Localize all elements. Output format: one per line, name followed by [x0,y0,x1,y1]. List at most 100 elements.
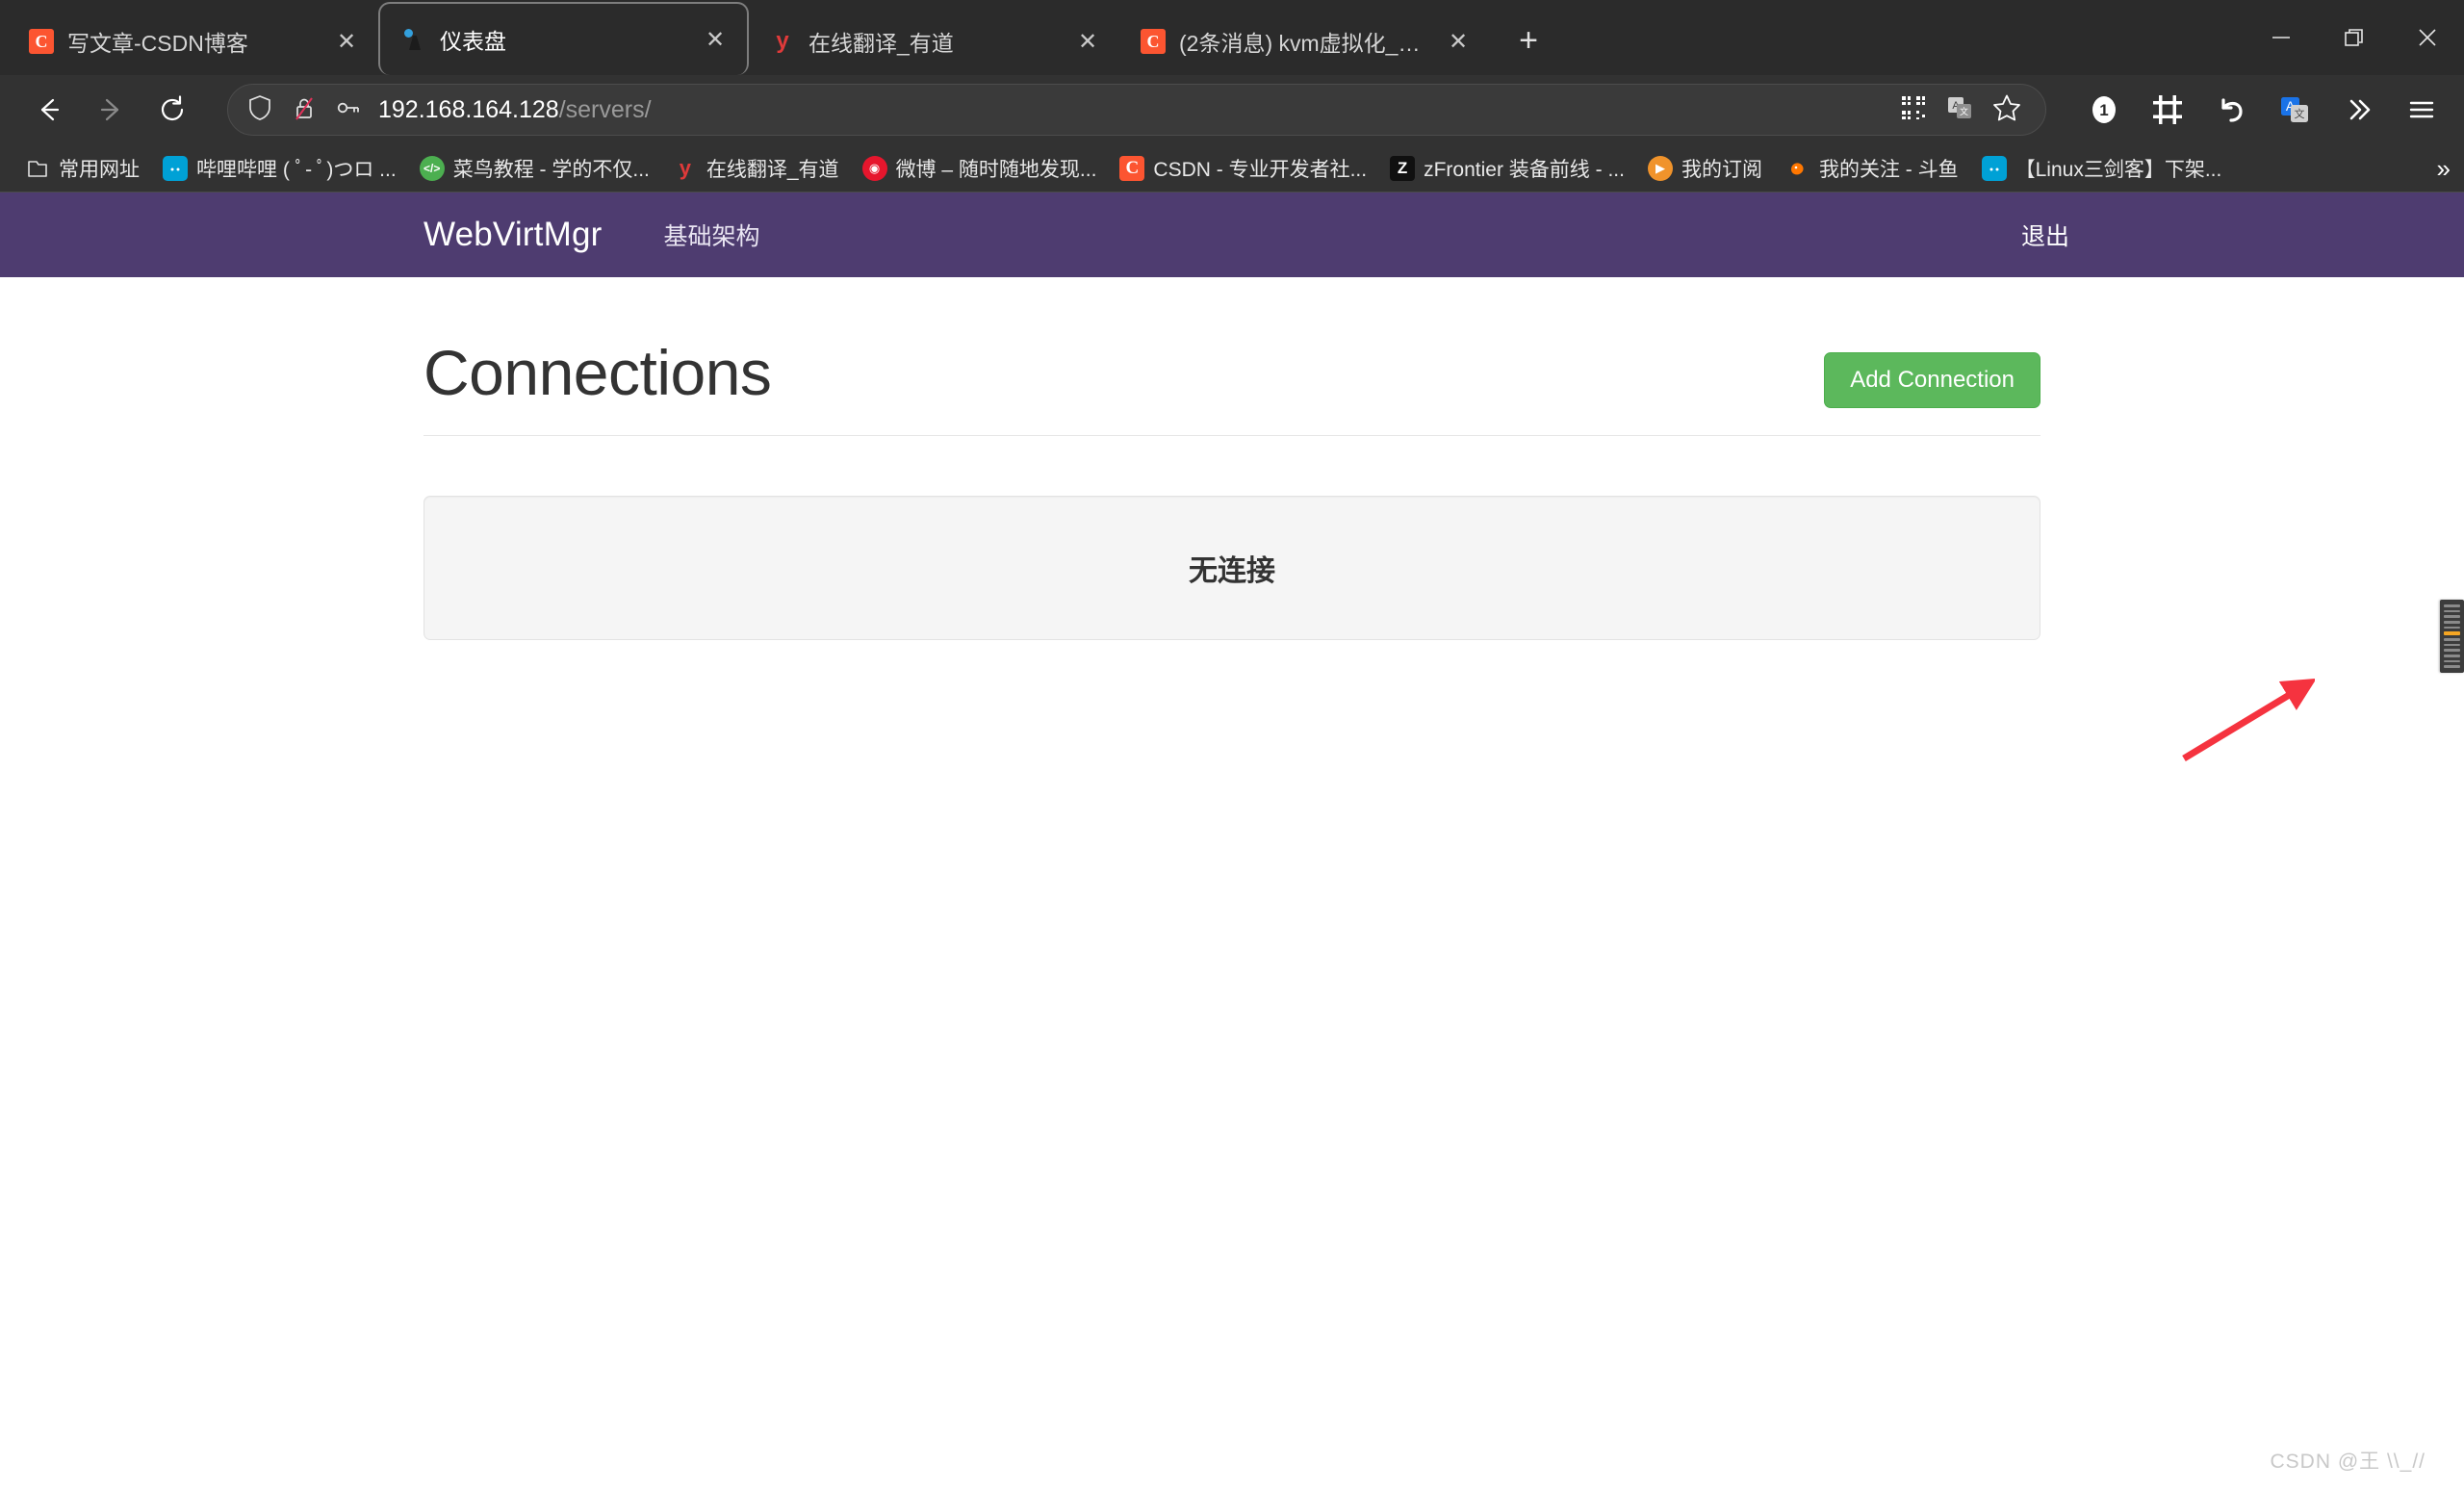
csdn-icon: C [1119,155,1145,181]
csdn-icon: C [29,29,54,54]
bookmark-item-8[interactable]: 我的关注 - 斗鱼 [1774,148,1970,189]
page-viewport: WebVirtMgr 基础架构 退出 Connections Add Conne… [0,193,2464,1490]
lock-crossed-icon[interactable] [290,93,319,127]
page-title: Connections [424,337,772,408]
bookmark-label: 微博 – 随时随地发现... [895,158,1097,181]
bookmark-item-0[interactable]: 常用网址 [13,148,151,189]
translate-blue-icon[interactable]: A 文 [2273,89,2316,131]
bilibili-icon [163,155,188,181]
bookmark-item-6[interactable]: Z zFrontier 装备前线 - ... [1378,148,1636,189]
bookmark-item-2[interactable]: </> 菜鸟教程 - 学的不仅... [408,148,661,189]
bookmark-label: 常用网址 [59,158,140,181]
close-window-button[interactable] [2391,0,2464,75]
bookmark-label: 【Linux三剑客】下架... [2015,158,2222,181]
bookmark-label: 菜鸟教程 - 学的不仅... [452,158,650,181]
bilibili-icon [1981,155,2007,181]
zfrontier-icon: Z [1390,155,1416,181]
empty-connections-panel: 无连接 [424,495,2040,640]
bookmark-item-7[interactable]: ▶ 我的订阅 [1636,148,1774,189]
minimap-line [2444,665,2460,668]
folder-icon [25,156,50,181]
empty-state-message: 无连接 [1189,554,1275,587]
minimap-line [2444,654,2460,657]
bookmark-item-5[interactable]: C CSDN - 专业开发者社... [1108,148,1378,189]
close-icon[interactable]: ✕ [701,25,730,54]
screenshot-crop-icon[interactable] [2146,89,2189,131]
tab-title: (2条消息) kvm虚拟化_A panac [1179,31,1430,56]
shield-icon[interactable] [245,93,274,127]
profile-badge-icon[interactable]: 1 [2083,89,2125,131]
navbar-right: 退出 [2021,218,2069,252]
svg-text:文: 文 [1960,106,1968,116]
youdao-icon: y [679,155,691,180]
browser-tab-4[interactable]: C (2条消息) kvm虚拟化_A panac ✕ [1119,8,1490,75]
minimap-line [2444,659,2460,663]
youdao-icon: y [776,28,789,54]
browser-tab-2-active[interactable]: 仪表盘 ✕ [378,2,749,75]
minimap-line [2444,621,2460,624]
minimap-line [2444,604,2460,607]
nav-link-infrastructure[interactable]: 基础架构 [648,218,775,252]
tabs-area: C 写文章-CSDN博客 ✕ 仪表盘 ✕ y 在线翻译_有道 ✕ C (2条消息… [0,0,1552,75]
dashboard-icon [401,27,426,52]
minimize-button[interactable] [2245,0,2318,75]
header-divider [424,434,2040,436]
runoob-icon: </> [419,155,445,181]
minimap-line [2444,643,2460,647]
bookmarks-overflow-icon[interactable]: » [2437,144,2451,192]
key-icon[interactable] [334,93,363,127]
new-tab-button[interactable]: + [1505,17,1552,64]
browser-tab-3[interactable]: y 在线翻译_有道 ✕ [749,8,1119,75]
logout-link[interactable]: 退出 [2021,223,2069,250]
translate-icon[interactable]: A 文 [1945,93,1974,127]
bookmark-label: zFrontier 装备前线 - ... [1424,158,1625,181]
close-icon[interactable]: ✕ [1444,27,1473,56]
csdn-icon: C [1141,29,1166,54]
chevron-double-right-icon[interactable] [2337,89,2379,131]
watermark: CSDN @王 \\_// [2270,1451,2426,1473]
bookmark-label: 我的订阅 [1681,158,1762,181]
url-text[interactable]: 192.168.164.128/servers/ [378,96,1884,124]
page-minimap-scrollbar[interactable] [2440,600,2464,673]
window-controls [2245,0,2464,75]
app-navbar: WebVirtMgr 基础架构 退出 [0,193,2464,277]
bookmark-item-3[interactable]: y 在线翻译_有道 [661,148,851,189]
bookmark-star-icon[interactable] [1991,92,2022,128]
back-arrow-icon[interactable] [21,82,77,138]
tab-strip: C 写文章-CSDN博客 ✕ 仪表盘 ✕ y 在线翻译_有道 ✕ C (2条消息… [0,0,2464,75]
browser-window: C 写文章-CSDN博客 ✕ 仪表盘 ✕ y 在线翻译_有道 ✕ C (2条消息… [0,0,2464,1490]
bookmark-item-1[interactable]: 哔哩哔哩 ( ﾟ- ﾟ)つロ ... [151,148,408,189]
minimap-line [2444,615,2460,619]
annotation-arrow-icon [2182,678,2315,761]
maximize-button[interactable] [2318,0,2391,75]
qr-code-icon[interactable] [1899,93,1928,127]
bookmark-label: CSDN - 专业开发者社... [1153,158,1368,181]
svg-text:文: 文 [2295,107,2305,120]
minimap-line [2444,637,2460,641]
subscription-icon: ▶ [1647,155,1673,181]
browser-tab-1[interactable]: C 写文章-CSDN博客 ✕ [8,8,378,75]
address-bar[interactable]: 192.168.164.128/servers/ A 文 [227,84,2046,136]
reload-icon[interactable] [144,82,200,138]
minimap-line [2444,609,2460,613]
tab-title: 在线翻译_有道 [808,31,954,56]
douyu-icon [1785,156,1810,181]
bookmark-label: 我的关注 - 斗鱼 [1818,158,1959,181]
minimap-line [2444,649,2460,652]
bookmark-item-4[interactable]: ◉ 微博 – 随时随地发现... [851,148,1109,189]
svg-text:1: 1 [2099,101,2108,119]
bookmark-item-9[interactable]: 【Linux三剑客】下架... [1970,148,2234,189]
tab-title: 仪表盘 [440,29,506,54]
close-icon[interactable]: ✕ [332,27,361,56]
app-brand[interactable]: WebVirtMgr [424,216,602,254]
undo-icon[interactable] [2210,89,2252,131]
close-icon[interactable]: ✕ [1073,27,1102,56]
forward-arrow-icon[interactable] [83,82,139,138]
hamburger-menu-icon[interactable] [2400,89,2443,131]
bookmarks-bar: 常用网址 哔哩哔哩 ( ﾟ- ﾟ)つロ ... </> 菜鸟教程 - 学的不仅.… [0,144,2464,193]
add-connection-button[interactable]: Add Connection [1824,352,2040,408]
minimap-line-highlight [2444,631,2460,635]
toolbar-actions: 1 A 文 [2073,89,2443,131]
page-header: Connections Add Connection [424,337,2040,435]
tab-title: 写文章-CSDN博客 [67,31,248,56]
